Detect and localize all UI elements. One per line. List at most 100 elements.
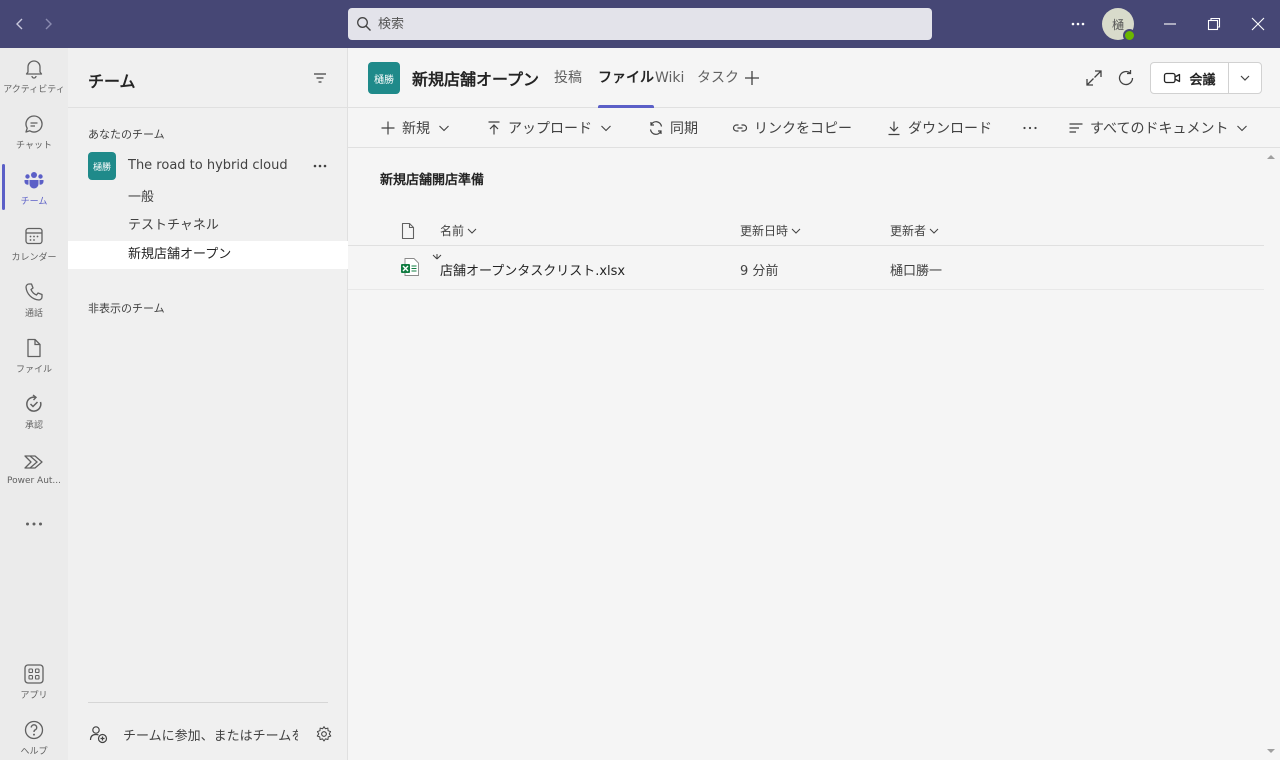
join-or-create-team-button[interactable]: チームに参加、またはチームを...: [88, 720, 338, 748]
meet-now-button[interactable]: 会議: [1151, 63, 1229, 93]
file-type-icon[interactable]: [400, 222, 416, 240]
download-icon: [888, 121, 900, 136]
close-icon: [1251, 17, 1265, 31]
rail-label: Power Aut...: [6, 475, 62, 486]
minimize-icon: [1164, 23, 1176, 25]
table-row[interactable]: 店舗オープンタスクリスト.xlsx 9 分前 樋口勝一: [348, 247, 1264, 290]
column-header-name[interactable]: 名前: [440, 222, 477, 239]
tab-wiki[interactable]: Wiki: [655, 48, 684, 108]
channel-item-general[interactable]: 一般: [68, 184, 348, 212]
back-button[interactable]: [8, 12, 32, 36]
teams-panel-header: チーム: [68, 48, 348, 108]
rail-label: ファイル: [15, 365, 52, 375]
tab-posts[interactable]: 投稿: [554, 48, 582, 108]
rail-label: カレンダー: [11, 253, 57, 263]
file-modified-by: 樋口勝一: [890, 264, 943, 279]
refresh-button[interactable]: [1116, 68, 1136, 88]
rail-item-files[interactable]: ファイル: [0, 328, 68, 384]
rail-label: チーム: [20, 197, 48, 207]
minimize-button[interactable]: [1158, 12, 1182, 36]
search-icon: [357, 17, 371, 31]
search-input[interactable]: [378, 16, 898, 32]
scroll-down-arrow[interactable]: [1266, 746, 1276, 756]
restore-button[interactable]: [1202, 12, 1226, 36]
meet-button-group: 会議: [1150, 62, 1262, 94]
rail-item-approvals[interactable]: 承認: [0, 384, 68, 440]
copy-link-label: リンクをコピー: [754, 121, 852, 137]
title-bar: 樋: [0, 0, 1280, 48]
chevron-left-icon: [16, 18, 23, 30]
rail-label: チャット: [16, 141, 52, 151]
close-button[interactable]: [1246, 12, 1270, 36]
download-label: ダウンロード: [908, 121, 992, 137]
app-rail: アクティビティ チャット チーム カレンダー 通話 ファイル 承認 Power …: [0, 48, 68, 760]
filter-button[interactable]: [310, 68, 330, 88]
gear-icon: [316, 726, 332, 742]
plus-icon: [381, 121, 395, 135]
rail-item-calendar[interactable]: カレンダー: [0, 216, 68, 272]
channel-header: 樋勝 新規店舗オープン 投稿 ファイル Wiki タスク 会議: [348, 48, 1280, 108]
sync-label: 同期: [670, 121, 698, 137]
column-modified-label: 更新日時: [740, 224, 789, 238]
list-view-icon: [1069, 123, 1083, 133]
view-selector[interactable]: すべてのドキュメント: [1068, 108, 1248, 148]
rail-item-teams[interactable]: チーム: [0, 160, 68, 216]
chevron-down-icon: [791, 228, 801, 234]
column-header-modified-by[interactable]: 更新者: [890, 222, 939, 239]
chat-icon: [25, 115, 43, 133]
presence-available-icon: [1123, 29, 1136, 42]
upload-label: アップロード: [508, 121, 592, 137]
restore-icon: [1207, 17, 1221, 31]
bell-icon: [25, 60, 43, 79]
upload-button[interactable]: アップロード: [486, 108, 612, 148]
forward-button[interactable]: [36, 12, 60, 36]
chevron-down-icon: [1237, 125, 1248, 132]
settings-more-button[interactable]: [1066, 12, 1090, 36]
apps-icon: [24, 664, 44, 684]
add-tab-button[interactable]: [742, 68, 762, 88]
column-name-label: 名前: [440, 224, 465, 238]
view-label: すべてのドキュメント: [1090, 121, 1229, 137]
download-button[interactable]: ダウンロード: [886, 108, 992, 148]
channel-team-avatar: 樋勝: [368, 62, 400, 94]
channel-item-new-store[interactable]: 新規店舗オープン: [68, 241, 348, 269]
more-horizontal-icon: [1071, 22, 1085, 26]
team-name: The road to hybrid cloud: [128, 158, 288, 173]
new-button[interactable]: 新規: [380, 108, 450, 148]
teams-panel: チーム あなたのチーム 樋勝 The road to hybrid cloud …: [68, 48, 348, 760]
rail-item-activity[interactable]: アクティビティ: [0, 48, 68, 104]
approvals-icon: [26, 394, 42, 412]
column-modified-by-label: 更新者: [890, 224, 927, 238]
expand-button[interactable]: [1084, 68, 1104, 88]
sync-button[interactable]: 同期: [648, 108, 698, 148]
tab-tasks[interactable]: タスク: [697, 48, 739, 108]
more-commands-button[interactable]: [1022, 108, 1038, 148]
folder-title: 新規店舗開店準備: [380, 173, 485, 188]
rail-item-power-automate[interactable]: Power Aut...: [0, 440, 68, 496]
filter-icon: [314, 73, 326, 83]
file-name[interactable]: 店舗オープンタスクリスト.xlsx: [440, 260, 625, 279]
rail-item-calls[interactable]: 通話: [0, 272, 68, 328]
hidden-teams-label[interactable]: 非表示のチーム: [88, 300, 165, 316]
scroll-up-arrow[interactable]: [1266, 152, 1276, 162]
meet-dropdown-button[interactable]: [1229, 63, 1261, 93]
channel-item-test[interactable]: テストチャネル: [68, 212, 348, 240]
upload-icon: [488, 121, 500, 135]
rail-item-help[interactable]: ヘルプ: [0, 710, 68, 760]
rail-item-chat[interactable]: チャット: [0, 104, 68, 160]
copy-link-button[interactable]: リンクをコピー: [732, 108, 852, 148]
search-box[interactable]: [348, 8, 932, 40]
tab-files[interactable]: ファイル: [598, 48, 654, 108]
rail-more-apps-button[interactable]: [0, 496, 68, 552]
meet-label: 会議: [1189, 72, 1216, 88]
command-bar: 新規 アップロード 同期 リンクをコピー ダウンロード すべてのドキュメント: [348, 108, 1280, 148]
team-more-button[interactable]: [310, 158, 330, 174]
file-modified: 9 分前: [740, 264, 779, 279]
column-header-modified[interactable]: 更新日時: [740, 222, 801, 239]
expand-icon: [1086, 70, 1102, 86]
user-avatar[interactable]: 樋: [1102, 8, 1136, 42]
team-item[interactable]: 樋勝 The road to hybrid cloud: [68, 150, 348, 182]
rail-item-apps[interactable]: アプリ: [0, 654, 68, 710]
manage-teams-button[interactable]: [314, 724, 334, 744]
link-icon: [732, 124, 748, 132]
